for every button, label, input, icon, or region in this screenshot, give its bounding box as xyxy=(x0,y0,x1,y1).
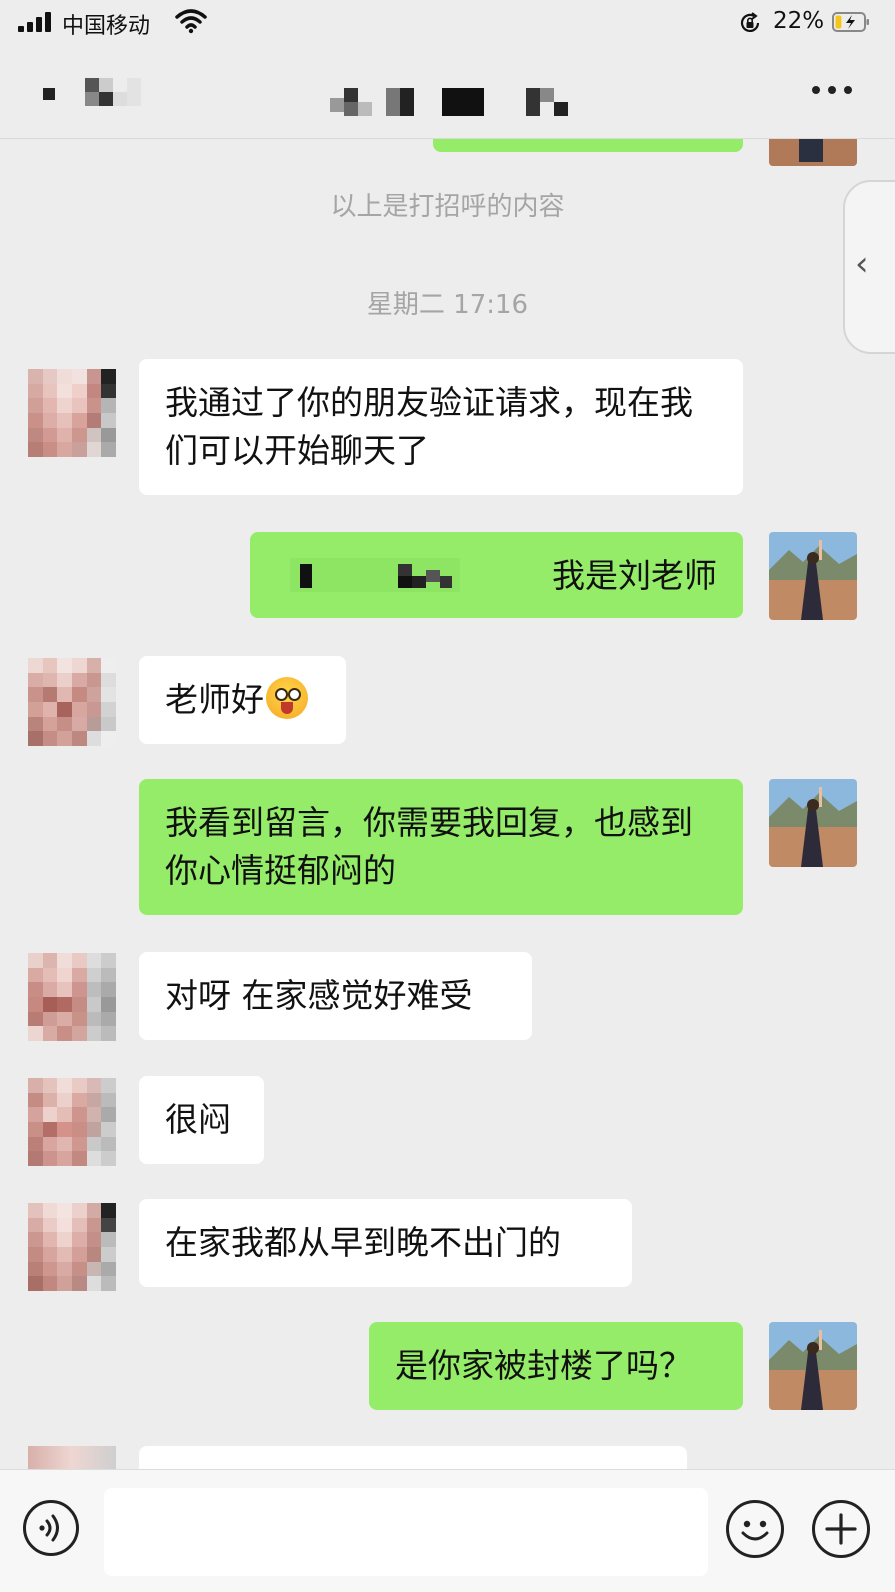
pixelated-avatar-image xyxy=(28,658,116,746)
contact-avatar[interactable] xyxy=(28,1203,116,1291)
message-text: 我是刘老师 xyxy=(552,556,717,595)
battery-icon xyxy=(832,12,869,32)
message-bubble-incoming[interactable]: 在家我都从早到晚不出门的 xyxy=(139,1199,632,1287)
pixelated-avatar-image xyxy=(28,1203,116,1291)
voice-icon[interactable] xyxy=(23,1500,79,1556)
contact-avatar[interactable] xyxy=(28,369,116,457)
pixelated-avatar-image xyxy=(28,369,116,457)
timestamp: 星期二 17:16 xyxy=(366,290,529,320)
message-bubble-incoming[interactable]: 我通过了你的朋友验证请求，现在我们可以开始聊天了 xyxy=(139,359,743,495)
message-list[interactable]: 以上是打招呼的内容 星期二 17:16 我通过了你的朋友验证请求，现在我们可以开… xyxy=(0,138,895,1469)
more-dots-icon[interactable] xyxy=(812,80,858,100)
message-text: 我通过了你的朋友验证请求，现在我们可以开始聊天了 xyxy=(165,383,693,470)
contact-avatar[interactable] xyxy=(28,658,116,746)
tongue-out-emoji-icon xyxy=(266,677,308,719)
previous-message-bubble xyxy=(433,138,743,152)
page-title xyxy=(330,88,568,116)
chat-header xyxy=(0,46,895,139)
my-avatar[interactable] xyxy=(769,138,857,166)
message-text: 老师好 xyxy=(165,680,264,719)
my-avatar[interactable] xyxy=(769,779,857,867)
input-bar xyxy=(0,1469,895,1592)
message-text: 对呀 在家感觉好难受 xyxy=(165,976,473,1015)
message-bubble-outgoing[interactable]: 我是刘老师 xyxy=(250,532,743,618)
message-text: 在家我都从早到晚不出门的 xyxy=(165,1223,561,1262)
smile-icon[interactable] xyxy=(726,1500,784,1558)
status-bar: 中国移动 22% xyxy=(0,0,895,46)
signal-icon xyxy=(18,12,52,32)
message-bubble-outgoing[interactable]: 是你家被封楼了吗？ xyxy=(369,1322,743,1410)
message-text: 我看到留言，你需要我回复，也感到你心情挺郁闷的 xyxy=(165,803,693,890)
my-avatar[interactable] xyxy=(769,1322,857,1410)
contact-avatar[interactable] xyxy=(28,1078,116,1166)
pixelated-avatar-image xyxy=(28,953,116,1041)
redacted-text-image xyxy=(290,558,460,592)
message-bubble-outgoing[interactable]: 我看到留言，你需要我回复，也感到你心情挺郁闷的 xyxy=(139,779,743,915)
message-bubble-incoming[interactable] xyxy=(139,1446,687,1469)
back-button[interactable] xyxy=(40,76,145,116)
battery-percent: 22% xyxy=(773,8,825,34)
message-text: 很闷 xyxy=(165,1100,231,1139)
plus-icon[interactable] xyxy=(812,1500,870,1558)
contact-avatar[interactable] xyxy=(28,1446,116,1469)
carrier-label: 中国移动 xyxy=(62,14,151,39)
my-avatar[interactable] xyxy=(769,532,857,620)
message-bubble-incoming[interactable]: 很闷 xyxy=(139,1076,264,1164)
message-bubble-incoming[interactable]: 老师好 xyxy=(139,656,346,744)
message-input[interactable] xyxy=(104,1488,708,1576)
side-panel-toggle[interactable]: ‹ xyxy=(843,180,895,354)
system-notice: 以上是打招呼的内容 xyxy=(330,192,565,222)
chevron-left-icon: ‹ xyxy=(855,244,869,284)
message-text: 是你家被封楼了吗？ xyxy=(395,1346,692,1385)
pixelated-avatar-image xyxy=(28,1078,116,1166)
wifi-icon xyxy=(175,9,207,34)
rotation-lock-icon xyxy=(740,12,760,32)
message-bubble-incoming[interactable]: 对呀 在家感觉好难受 xyxy=(139,952,532,1040)
contact-avatar[interactable] xyxy=(28,953,116,1041)
